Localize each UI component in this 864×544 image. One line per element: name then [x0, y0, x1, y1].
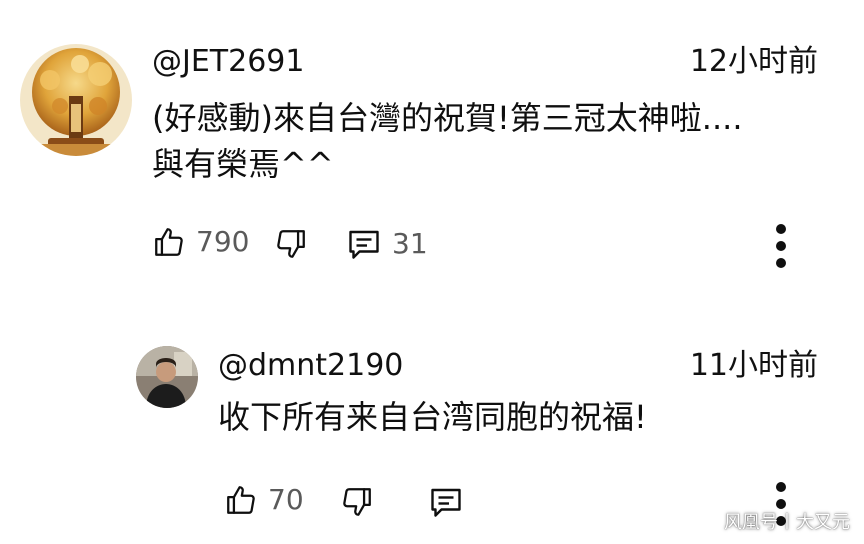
thumbs-down-icon — [343, 488, 371, 516]
user-avatar[interactable] — [20, 44, 132, 156]
thumbs-down-icon — [277, 230, 305, 258]
reply-button[interactable]: 31 — [346, 224, 428, 264]
reply-button[interactable] — [428, 482, 464, 522]
comment-text-line-1: (好感動)來自台灣的祝賀!第三冠太神啦.... — [152, 99, 743, 137]
like-button[interactable]: 790 — [152, 222, 249, 262]
more-options-button[interactable] — [774, 224, 788, 275]
golden-tree-avatar-icon — [20, 44, 132, 156]
comment-thread-item: @JET2691 12小时前 (好感動)來自台灣的祝賀!第三冠太神啦.... 與… — [0, 0, 864, 300]
more-vert-icon — [776, 224, 786, 234]
more-vert-icon — [776, 482, 786, 492]
comment-timestamp[interactable]: 12小时前 — [690, 44, 818, 80]
person-photo-avatar-icon — [136, 346, 198, 408]
thumbs-up-icon — [227, 486, 255, 514]
comment-timestamp[interactable]: 11小时前 — [690, 348, 818, 384]
comment-text-line-2: 與有榮焉^^ — [152, 145, 334, 183]
source-watermark: 风凰号丨大又元 — [724, 512, 850, 533]
dislike-button[interactable] — [274, 224, 308, 264]
dislike-button[interactable] — [340, 482, 374, 522]
like-count: 70 — [268, 483, 304, 516]
more-vert-dot — [776, 241, 786, 251]
reply-count: 31 — [392, 227, 428, 260]
more-vert-dot — [776, 258, 786, 268]
comment-author[interactable]: @dmnt2190 — [218, 348, 403, 384]
comment-bubble-icon — [349, 230, 379, 259]
thumbs-up-icon — [155, 228, 183, 256]
comment-text: 收下所有来自台湾同胞的祝福! — [218, 398, 647, 436]
comment-bubble-icon — [431, 488, 461, 517]
user-avatar[interactable] — [136, 346, 198, 408]
like-count: 790 — [196, 225, 250, 258]
comment-author[interactable]: @JET2691 — [152, 44, 304, 80]
like-button[interactable]: 70 — [224, 480, 304, 520]
